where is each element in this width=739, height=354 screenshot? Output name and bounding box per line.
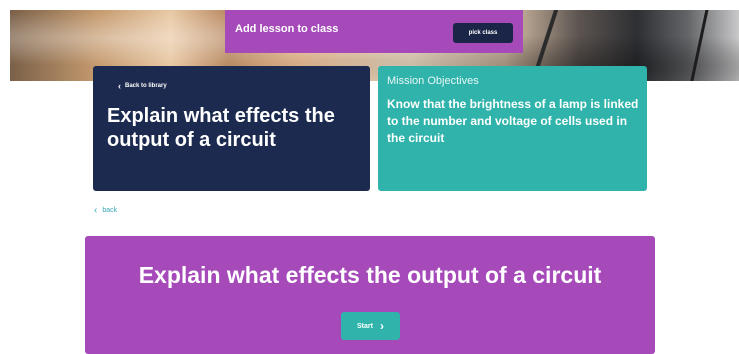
mission-objectives-card: Mission Objectives Know that the brightn…: [378, 66, 647, 191]
lesson-title: Explain what effects the output of a cir…: [107, 105, 335, 151]
chevron-left-icon: ‹: [118, 81, 121, 91]
pick-class-button[interactable]: pick class: [453, 23, 513, 43]
back-to-library-link[interactable]: ‹ Back to library: [118, 81, 167, 91]
start-button-label: Start: [357, 322, 373, 330]
chevron-left-icon: ‹: [94, 205, 98, 216]
lesson-start-panel: Explain what effects the output of a cir…: [85, 236, 655, 354]
back-link[interactable]: ‹ back: [94, 205, 118, 216]
add-lesson-bar: Add lesson to class pick class: [225, 10, 523, 53]
add-lesson-label: Add lesson to class: [235, 23, 339, 35]
mission-objectives-heading: Mission Objectives: [387, 75, 479, 87]
lesson-panel-title: Explain what effects the output of a cir…: [138, 262, 602, 288]
back-to-library-label: Back to library: [125, 83, 167, 89]
lesson-title-card: ‹ Back to library Explain what effects t…: [93, 66, 370, 191]
mission-objectives-text: Know that the brightness of a lamp is li…: [387, 97, 639, 145]
start-button[interactable]: Start ›: [341, 312, 400, 340]
back-link-label: back: [102, 207, 118, 214]
chevron-right-icon: ›: [379, 319, 384, 333]
